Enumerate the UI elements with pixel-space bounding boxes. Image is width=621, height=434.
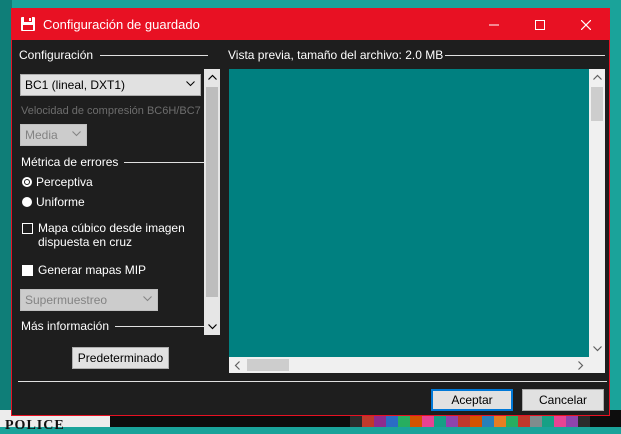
cubemap-checkbox-label: Mapa cúbico desde imagen dispuesta en cr… (38, 221, 185, 249)
cubemap-checkbox[interactable] (22, 223, 33, 234)
config-section-title: Configuración (19, 48, 94, 62)
mipmaps-checkbox-label: Generar mapas MIP (38, 263, 147, 277)
radio-button[interactable] (22, 197, 32, 207)
chevron-down-icon (72, 131, 81, 137)
scrollbar-thumb[interactable] (247, 359, 289, 371)
format-select[interactable]: BC1 (lineal, DXT1) (20, 74, 201, 96)
compression-speed-value: Media (25, 128, 58, 142)
error-metric-divider (124, 162, 204, 163)
maximize-button[interactable] (517, 9, 563, 40)
cubemap-checkbox-row[interactable]: Mapa cúbico desde imagen dispuesta en cr… (22, 221, 192, 249)
config-panel[interactable]: BC1 (lineal, DXT1) Velocidad de compresi… (18, 69, 220, 345)
radio-button-selected[interactable] (22, 177, 32, 187)
config-divider (100, 55, 208, 56)
cubemap-label-line2: dispuesta en cruz (38, 235, 133, 249)
scroll-up-button[interactable] (204, 69, 220, 85)
scrollbar-corner (589, 357, 605, 373)
background-color-swatches (350, 416, 590, 427)
preview-divider (445, 55, 605, 56)
preview-section-title: Vista previa, tamaño del archivo: 2.0 MB (228, 48, 444, 62)
preview-area[interactable] (229, 69, 605, 373)
mipmaps-checkbox[interactable] (22, 265, 33, 276)
scroll-left-button[interactable] (229, 357, 245, 373)
preview-image (229, 69, 589, 357)
floppy-disk-icon (21, 17, 35, 31)
minimize-icon (489, 24, 499, 25)
supersample-select[interactable]: Supermuestreo (20, 289, 158, 311)
scrollbar-thumb[interactable] (206, 87, 218, 297)
compression-speed-select[interactable]: Media (20, 124, 87, 146)
chevron-down-icon (186, 81, 195, 87)
more-info-divider (115, 326, 204, 327)
chevron-left-icon (234, 360, 240, 370)
more-info-title: Más información (21, 319, 110, 333)
format-select-value: BC1 (lineal, DXT1) (25, 78, 126, 92)
cancel-button[interactable]: Cancelar (522, 389, 604, 411)
chevron-up-icon (207, 74, 217, 80)
cubemap-label-line1: Mapa cúbico desde imagen (38, 221, 185, 235)
chevron-down-icon (207, 324, 217, 330)
chevron-up-icon (592, 74, 602, 80)
accept-button[interactable]: Aceptar (431, 389, 513, 411)
mipmaps-checkbox-row[interactable]: Generar mapas MIP (22, 263, 146, 277)
error-metric-title: Métrica de errores (21, 155, 119, 169)
close-icon (581, 19, 591, 30)
config-panel-scrollbar[interactable] (204, 69, 220, 335)
minimize-button[interactable] (471, 9, 517, 40)
maximize-icon (535, 19, 545, 30)
radio-perceptual[interactable]: Perceptiva (22, 175, 93, 189)
scroll-right-button[interactable] (573, 357, 589, 373)
footer-divider (18, 381, 607, 382)
scroll-down-button[interactable] (589, 341, 605, 357)
scroll-down-button[interactable] (204, 319, 220, 335)
preview-vertical-scrollbar[interactable] (589, 69, 605, 357)
chevron-down-icon (143, 296, 152, 302)
radio-perceptual-label: Perceptiva (36, 175, 93, 189)
supersample-select-value: Supermuestreo (25, 293, 108, 307)
window-title: Configuración de guardado (43, 17, 200, 32)
background-text: POLICE (5, 418, 65, 433)
chevron-right-icon (578, 360, 584, 370)
close-button[interactable] (563, 9, 609, 40)
preview-horizontal-scrollbar[interactable] (229, 357, 589, 373)
default-button[interactable]: Predeterminado (72, 347, 169, 369)
compression-speed-label: Velocidad de compresión BC6H/BC7 (21, 105, 201, 117)
radio-uniform-label: Uniforme (36, 195, 85, 209)
radio-uniform[interactable]: Uniforme (22, 195, 85, 209)
scroll-up-button[interactable] (589, 69, 605, 85)
chevron-down-icon (592, 346, 602, 352)
save-settings-dialog: Configuración de guardado Configuración … (11, 8, 610, 416)
scrollbar-thumb[interactable] (591, 87, 603, 121)
title-bar[interactable]: Configuración de guardado (12, 9, 609, 40)
